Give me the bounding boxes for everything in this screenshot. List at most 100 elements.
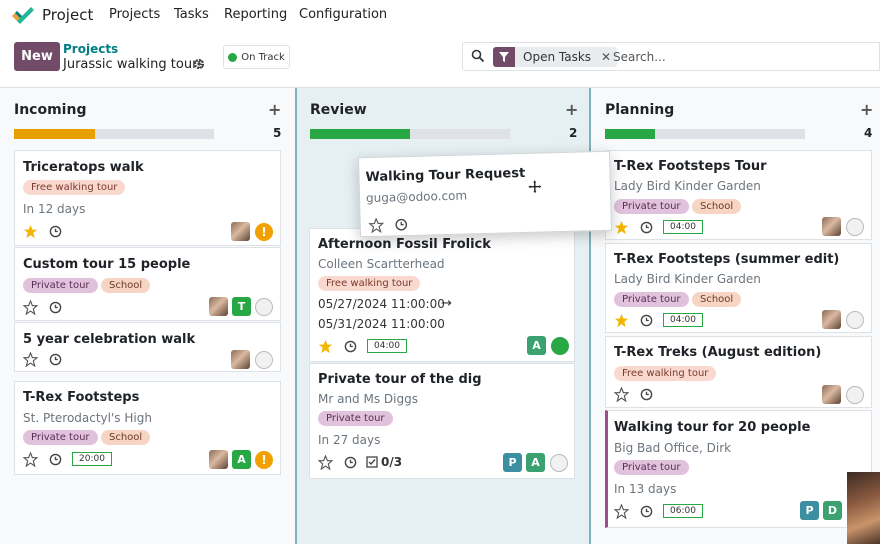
status-done-icon[interactable] — [551, 337, 569, 355]
plus-icon[interactable]: + — [268, 100, 281, 119]
column-progress-bar[interactable] — [310, 129, 510, 139]
card-subtitle: St. Pterodactyl's High — [23, 411, 152, 425]
status-circle-icon[interactable] — [550, 454, 568, 472]
clock-icon[interactable] — [640, 388, 653, 401]
avatar[interactable]: D — [823, 501, 842, 520]
app-name[interactable]: Project — [42, 6, 93, 24]
column-count: 4 — [864, 126, 873, 140]
avatar[interactable] — [209, 297, 228, 316]
star-icon[interactable] — [614, 313, 629, 328]
card-deadline: In 13 days — [614, 482, 677, 496]
star-outline-icon[interactable] — [23, 300, 38, 315]
star-outline-icon[interactable] — [614, 387, 629, 402]
breadcrumb-current: Jurassic walking tours — [63, 57, 205, 72]
clock-icon[interactable] — [395, 218, 408, 231]
kanban-card[interactable]: Afternoon Fossil Frolick Colleen Scartte… — [309, 228, 575, 362]
progress-fill — [605, 129, 655, 139]
kanban-column-planning: Planning + 4 T-Rex Footsteps Tour Lady B… — [591, 88, 880, 544]
menu-tasks[interactable]: Tasks — [174, 7, 209, 22]
kanban-card[interactable]: 5 year celebration walk — [14, 322, 281, 372]
clock-icon[interactable] — [344, 456, 357, 469]
menu-reporting[interactable]: Reporting — [224, 7, 287, 22]
clock-icon[interactable] — [49, 225, 62, 238]
avatar[interactable] — [822, 310, 841, 329]
kanban-card[interactable]: T-Rex Footsteps St. Pterodactyl's High P… — [14, 381, 281, 475]
status-circle-icon[interactable] — [846, 386, 864, 404]
kanban-card[interactable]: T-Rex Footsteps Tour Lady Bird Kinder Ga… — [605, 150, 872, 240]
tag: School — [692, 199, 742, 214]
clock-icon[interactable] — [640, 221, 653, 234]
status-circle-icon[interactable] — [846, 311, 864, 329]
dragged-kanban-card[interactable]: Walking Tour Request guga@odoo.com — [357, 150, 613, 238]
kanban-card[interactable]: Custom tour 15 people Private tour Schoo… — [14, 247, 281, 321]
card-title: Afternoon Fossil Frolick — [318, 237, 491, 252]
search-icon[interactable] — [471, 49, 485, 63]
kanban-card[interactable]: Private tour of the dig Mr and Ms Diggs … — [309, 363, 575, 479]
card-title: Private tour of the dig — [318, 372, 482, 387]
column-progress-bar[interactable] — [14, 129, 214, 139]
avatar[interactable]: T — [232, 297, 251, 316]
avatar[interactable] — [822, 217, 841, 236]
avatar[interactable] — [822, 385, 841, 404]
clock-icon[interactable] — [49, 453, 62, 466]
search-facet: Open Tasks ✕ — [493, 47, 618, 67]
clock-icon[interactable] — [640, 314, 653, 327]
status-circle-icon[interactable] — [255, 351, 273, 369]
status-circle-icon[interactable] — [255, 298, 273, 316]
close-icon[interactable]: ✕ — [601, 50, 611, 64]
clock-icon[interactable] — [49, 353, 62, 366]
breadcrumb-projects[interactable]: Projects — [63, 42, 118, 56]
corner-photo — [847, 472, 880, 544]
time-badge[interactable]: 04:00 — [367, 339, 407, 353]
avatar[interactable] — [231, 222, 250, 241]
star-outline-icon[interactable] — [23, 452, 38, 467]
app-logo-icon[interactable] — [12, 6, 34, 24]
subtasks-count: 0/3 — [381, 455, 403, 469]
plus-icon[interactable]: + — [860, 100, 873, 119]
avatar[interactable]: A — [527, 336, 546, 355]
card-title: T-Rex Footsteps (summer edit) — [614, 252, 840, 267]
tag: Private tour — [23, 278, 98, 293]
clock-icon[interactable] — [49, 301, 62, 314]
warning-icon[interactable]: ! — [255, 223, 273, 241]
new-button[interactable]: New — [14, 42, 60, 71]
star-outline-icon[interactable] — [614, 504, 629, 519]
arrow-right-icon: → — [441, 296, 452, 311]
clock-icon[interactable] — [640, 505, 653, 518]
avatar[interactable]: P — [800, 501, 819, 520]
plus-icon[interactable]: + — [565, 100, 578, 119]
kanban-card[interactable]: T-Rex Footsteps (summer edit) Lady Bird … — [605, 243, 872, 333]
time-badge[interactable]: 20:00 — [72, 452, 112, 466]
status-circle-icon[interactable] — [846, 218, 864, 236]
menu-configuration[interactable]: Configuration — [299, 7, 387, 22]
star-icon[interactable] — [318, 339, 333, 354]
avatar[interactable]: P — [503, 453, 522, 472]
checklist-icon — [366, 456, 378, 468]
warning-icon[interactable]: ! — [255, 451, 273, 469]
star-outline-icon[interactable] — [318, 455, 333, 470]
kanban-card[interactable]: Triceratops walk Free walking tour In 12… — [14, 150, 281, 246]
tag: School — [101, 430, 151, 445]
avatar[interactable]: A — [232, 450, 251, 469]
avatar[interactable] — [209, 450, 228, 469]
filter-icon — [493, 47, 515, 67]
star-outline-icon[interactable] — [23, 352, 38, 367]
time-badge[interactable]: 04:00 — [663, 313, 703, 327]
card-subtitle: Lady Bird Kinder Garden — [614, 272, 761, 286]
gear-icon[interactable] — [193, 58, 205, 70]
kanban-card[interactable]: Walking tour for 20 people Big Bad Offic… — [605, 410, 872, 528]
clock-icon[interactable] — [344, 340, 357, 353]
menu-projects[interactable]: Projects — [109, 7, 160, 22]
star-icon[interactable] — [23, 224, 38, 239]
avatar[interactable]: A — [526, 453, 545, 472]
star-outline-icon[interactable] — [368, 217, 384, 234]
search-input[interactable] — [613, 48, 863, 66]
control-panel: New Projects Jurassic walking tours On T… — [0, 30, 880, 88]
star-icon[interactable] — [614, 220, 629, 235]
time-badge[interactable]: 04:00 — [663, 220, 703, 234]
avatar[interactable] — [231, 350, 250, 369]
time-badge[interactable]: 06:00 — [663, 504, 703, 518]
kanban-card[interactable]: T-Rex Treks (August edition) Free walkin… — [605, 336, 872, 408]
column-progress-bar[interactable] — [605, 129, 805, 139]
project-status-button[interactable]: On Track — [223, 45, 290, 69]
